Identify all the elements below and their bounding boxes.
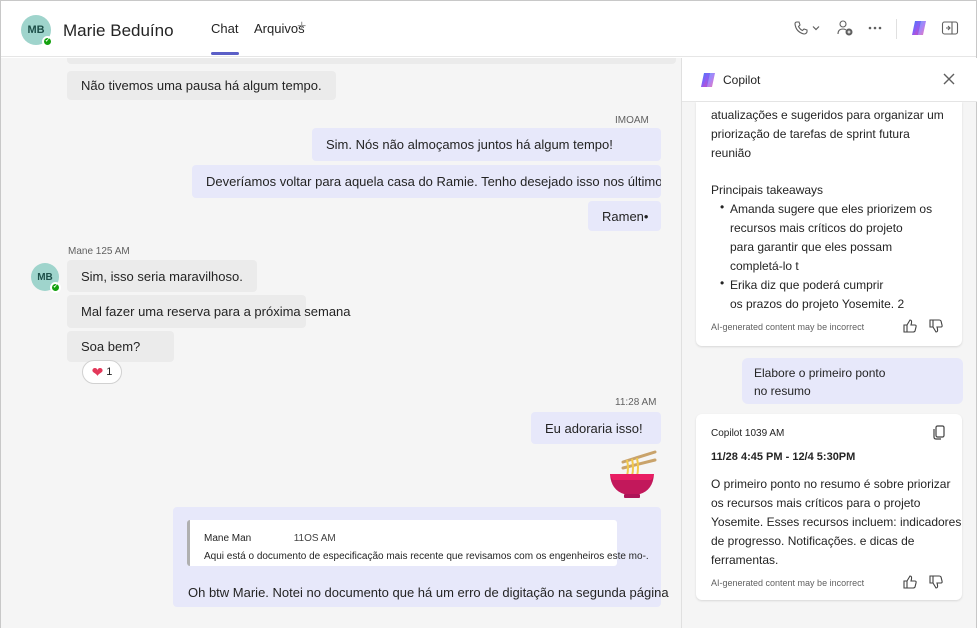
bullet-line: para garantir que eles possam [730, 240, 893, 254]
prompt-line: Elabore o primeiro ponto [754, 366, 886, 380]
response-date-range: 11/28 4:45 PM - 12/4 5:30PM [711, 451, 856, 463]
message-bubble[interactable]: Sim, isso seria maravilhoso. [67, 260, 257, 292]
message-text: Mal fazer uma reserva para a próxima sem… [81, 304, 351, 319]
thumbs-down-icon[interactable] [928, 318, 944, 334]
avatar-initials: MB [27, 24, 45, 36]
bullet-line: os prazos do projeto Yosemite. 2 [730, 297, 905, 311]
takeaways-heading: Principais takeaways [711, 183, 824, 197]
response-line: Yosemite. Esses recursos incluem: indica… [711, 515, 962, 529]
message-text: Deveríamos voltar para aquela casa do Ra… [206, 174, 661, 189]
header-divider [896, 19, 897, 39]
message-text: Sim. Nós não almoçamos juntos há algum t… [326, 137, 613, 152]
message-bubble[interactable]: Eu adoraria isso! [531, 412, 661, 444]
thumbs-down-icon[interactable] [928, 574, 944, 590]
response-line: atualizações e sugeridos para organizar … [711, 108, 944, 122]
heart-icon: ❤ [91, 363, 104, 380]
bullet-line: Amanda sugere que eles priorizem os [730, 202, 933, 216]
message-bubble[interactable]: Soa bem? [67, 331, 174, 362]
copy-icon[interactable] [931, 424, 947, 440]
message-bubble[interactable]: Mal fazer uma reserva para a próxima sem… [67, 295, 351, 328]
message-text: Oh btw Marie. Notei no documento que há … [188, 585, 669, 600]
message-meta: 11:28 AM [615, 397, 657, 408]
chat-header: MB ✓ Marie Beduíno Chat Arquivos + [1, 1, 976, 57]
thumbs-up-icon[interactable] [902, 318, 918, 334]
reaction-count: 1 [106, 366, 113, 378]
thumbs-up-icon[interactable] [902, 574, 918, 590]
ramen-bowl-icon [610, 450, 657, 498]
message-bubble-with-quote[interactable]: Mane Man 11OS AM Aqui está o documento d… [173, 507, 669, 607]
message-bubble[interactable]: Não tivemos uma pausa há algum tempo. [67, 71, 336, 100]
message-meta: Mane 125 AM [68, 246, 130, 257]
message-text: Sim, isso seria maravilhoso. [81, 268, 243, 284]
message-text: Ramen• [602, 208, 649, 224]
response-line: reunião [711, 146, 752, 160]
tab-chat[interactable]: Chat [211, 21, 238, 36]
avatar-initials: MB [37, 271, 53, 283]
chat-message-list[interactable]: Não tivemos uma pausa há algum tempo. IM… [1, 58, 681, 628]
copilot-logo-icon [701, 73, 715, 87]
more-icon[interactable] [865, 18, 885, 38]
copilot-response-card: Copilot 1039 AM 11/28 4:45 PM - 12/4 5:3… [696, 414, 962, 600]
response-meta: Copilot 1039 AM [711, 428, 785, 439]
message-text: Eu adoraria isso! [545, 420, 643, 436]
presence-available-icon: ✓ [50, 282, 61, 293]
teams-window: MB ✓ Marie Beduíno Chat Arquivos + Não t… [0, 0, 977, 628]
bullet-line: Erika diz que poderá cumprir [730, 278, 884, 292]
message-bubble[interactable]: Sim. Nós não almoçamos juntos há algum t… [312, 128, 661, 161]
chevron-down-icon[interactable] [809, 18, 823, 38]
message-meta: IMOAM [615, 115, 649, 126]
ai-disclaimer: AI-generated content may be incorrect [711, 322, 865, 332]
message-bubble-partial [67, 58, 676, 64]
bullet-line: completá-lo t [730, 259, 799, 273]
add-people-icon[interactable] [835, 18, 855, 38]
bullet-dot: • [720, 200, 725, 214]
avatar[interactable]: MB ✓ [21, 15, 53, 47]
response-line: O primeiro ponto no resumo é sobre prior… [711, 477, 951, 491]
open-pane-icon[interactable] [940, 18, 960, 38]
reaction-pill[interactable]: ❤ 1 [82, 360, 122, 384]
message-bubble[interactable]: Ramen• [588, 201, 661, 231]
avatar[interactable]: MB ✓ [31, 263, 61, 293]
user-prompt-bubble[interactable]: Elabore o primeiro ponto no resumo [742, 358, 963, 404]
quote-author: Mane Man [204, 533, 252, 544]
bullet-line: recursos mais críticos do projeto [730, 221, 903, 235]
quoted-message[interactable]: Mane Man 11OS AM Aqui está o documento d… [187, 520, 649, 566]
presence-available-icon: ✓ [42, 36, 53, 47]
contact-name[interactable]: Marie Beduíno [63, 21, 174, 41]
response-line: ferramentas. [711, 553, 779, 567]
message-text: Soa bem? [81, 339, 141, 354]
copilot-pane-header: Copilot [682, 58, 977, 102]
copilot-title: Copilot [723, 73, 761, 87]
quote-time: 11OS AM [293, 533, 336, 544]
message-text: Não tivemos uma pausa há algum tempo. [81, 78, 322, 93]
ai-disclaimer: AI-generated content may be incorrect [711, 578, 865, 588]
message-bubble[interactable]: Deveríamos voltar para aquela casa do Ra… [192, 165, 661, 198]
response-line: os recursos mais críticos para o projeto [711, 496, 921, 510]
copilot-response-card: atualizações e sugeridos para organizar … [696, 102, 962, 346]
active-tab-indicator [211, 52, 239, 55]
copilot-pane: Copilot atualizações e sugeridos para or… [681, 58, 977, 628]
response-line: priorização de tarefas de sprint futura [711, 127, 910, 141]
phone-icon[interactable] [791, 18, 811, 38]
add-tab-button[interactable]: + [297, 18, 306, 36]
bullet-dot: • [720, 276, 725, 290]
quote-text: Aqui está o documento de especificação m… [204, 551, 649, 562]
close-icon[interactable] [940, 70, 958, 88]
copilot-icon[interactable] [909, 18, 929, 38]
prompt-line: no resumo [754, 384, 811, 398]
response-line: de progresso. Notificações. e dicas de [711, 534, 915, 548]
